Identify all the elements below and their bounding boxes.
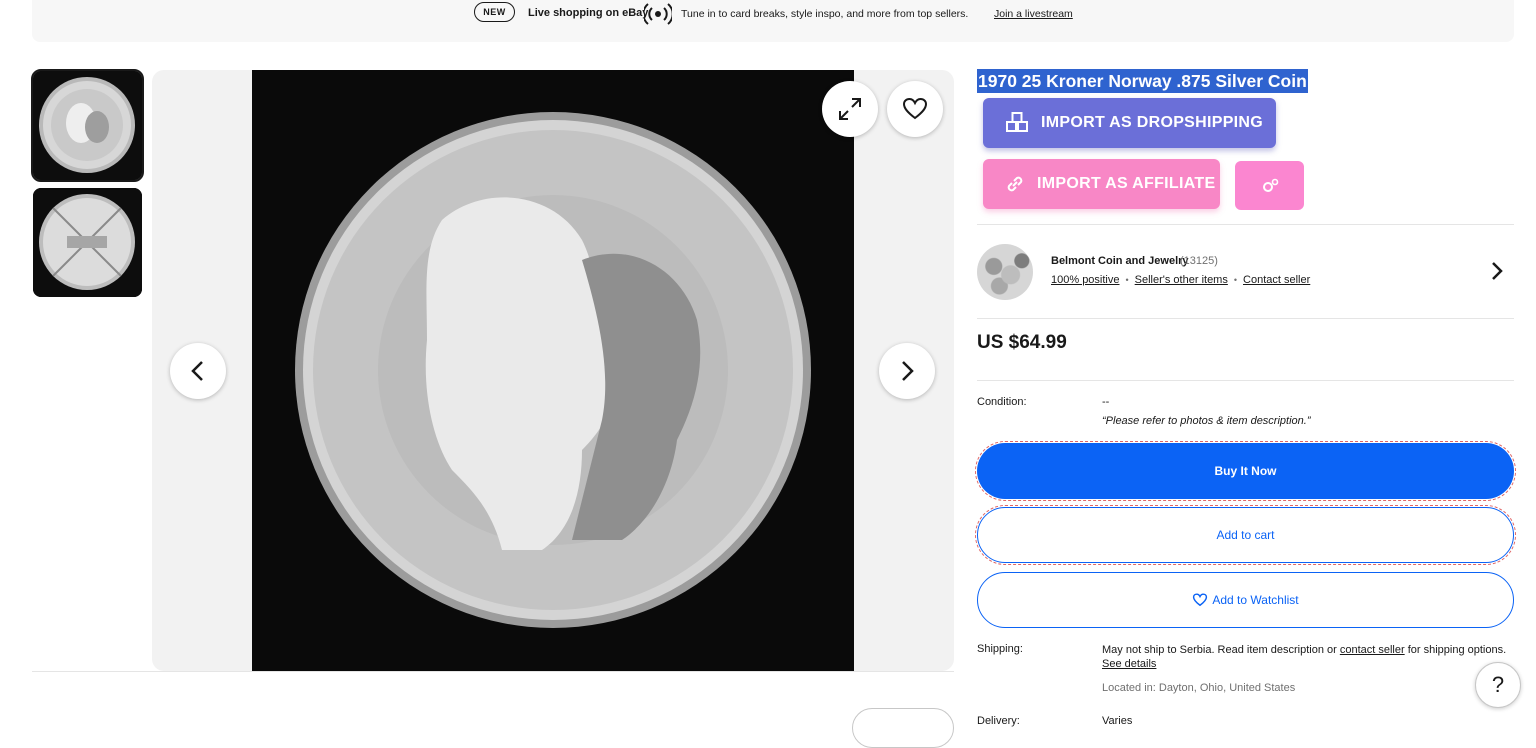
previous-image-button[interactable] — [170, 343, 226, 399]
next-image-button[interactable] — [879, 343, 935, 399]
separator-dot: • — [1233, 275, 1238, 285]
boxes-icon — [1005, 112, 1029, 134]
shipping-text-before: May not ship to Serbia. Read item descri… — [1102, 644, 1340, 656]
heart-icon — [902, 97, 928, 120]
seller-links: 100% positive • Seller's other items • C… — [1051, 274, 1310, 286]
expand-image-button[interactable] — [822, 81, 878, 137]
thumbnail-reverse[interactable] — [33, 188, 142, 297]
add-to-watchlist-label: Add to Watchlist — [1212, 593, 1299, 607]
condition-note: “Please refer to photos & item descripti… — [1102, 415, 1311, 427]
gears-icon — [1261, 178, 1279, 194]
partial-chip-button[interactable] — [852, 708, 954, 748]
separator-dot: • — [1125, 275, 1129, 285]
broadcast-icon — [644, 3, 672, 25]
import-affiliate-label: IMPORT AS AFFILIATE — [1037, 175, 1216, 192]
buy-it-now-label: Buy It Now — [1214, 464, 1277, 478]
extension-settings-button[interactable] — [1235, 161, 1304, 210]
condition-value: -- — [1102, 396, 1110, 408]
import-dropshipping-button[interactable]: IMPORT AS DROPSHIPPING — [983, 98, 1276, 148]
section-divider — [977, 380, 1514, 381]
add-to-watchlist-button[interactable]: Add to Watchlist — [977, 572, 1514, 628]
delivery-label: Delivery: — [977, 715, 1020, 727]
watch-heart-button[interactable] — [887, 81, 943, 137]
coin-reverse-thumb-image — [33, 188, 142, 297]
import-affiliate-button[interactable]: IMPORT AS AFFILIATE — [983, 159, 1220, 209]
banner-title: Live shopping on eBay — [528, 7, 649, 19]
import-dropshipping-label: IMPORT AS DROPSHIPPING — [1041, 114, 1264, 131]
banner-description: Tune in to card breaks, style inspo, and… — [681, 8, 969, 20]
help-button[interactable]: ? — [1475, 662, 1521, 708]
thumbnail-obverse[interactable] — [31, 69, 144, 182]
section-divider — [977, 318, 1514, 319]
shipping-label: Shipping: — [977, 643, 1023, 655]
join-livestream-link[interactable]: Join a livestream — [994, 8, 1073, 20]
add-to-cart-label: Add to cart — [1216, 528, 1275, 542]
seller-other-items-link[interactable]: Seller's other items — [1135, 274, 1228, 286]
delivery-value: Varies — [1102, 715, 1133, 727]
see-details-link[interactable]: See details — [1102, 658, 1156, 670]
main-image-viewer[interactable] — [152, 70, 954, 671]
item-location: Located in: Dayton, Ohio, United States — [1102, 682, 1296, 694]
item-price: US $64.99 — [977, 332, 1067, 353]
heart-icon — [1192, 593, 1208, 607]
shipping-contact-seller-link[interactable]: contact seller — [1340, 644, 1405, 656]
seller-feedback-count: (13125) — [1180, 255, 1218, 267]
gallery-divider — [32, 671, 954, 672]
section-divider — [977, 224, 1514, 225]
shipping-text-after: for shipping options. — [1404, 644, 1507, 656]
seller-avatar[interactable] — [977, 244, 1033, 300]
expand-icon — [839, 98, 861, 120]
live-shopping-banner: NEW Live shopping on eBay Tune in to car… — [32, 0, 1514, 42]
coin-obverse-thumb-image — [33, 71, 142, 180]
chevron-left-icon — [191, 361, 203, 381]
question-icon: ? — [1491, 672, 1505, 697]
link-icon — [1005, 174, 1025, 194]
new-badge: NEW — [474, 2, 515, 22]
add-to-cart-button[interactable]: Add to cart — [975, 505, 1516, 565]
chevron-right-icon[interactable] — [1487, 260, 1507, 282]
seller-positive-link[interactable]: 100% positive — [1051, 274, 1120, 286]
seller-name[interactable]: Belmont Coin and Jewelry — [1051, 255, 1189, 267]
item-title: 1970 25 Kroner Norway .875 Silver Coin — [977, 69, 1308, 93]
buy-it-now-button[interactable]: Buy It Now — [975, 441, 1516, 501]
chevron-right-icon — [902, 361, 914, 381]
contact-seller-link[interactable]: Contact seller — [1243, 274, 1310, 286]
shipping-text: May not ship to Serbia. Read item descri… — [1102, 643, 1512, 658]
main-coin-image — [252, 70, 854, 671]
condition-label: Condition: — [977, 396, 1027, 408]
